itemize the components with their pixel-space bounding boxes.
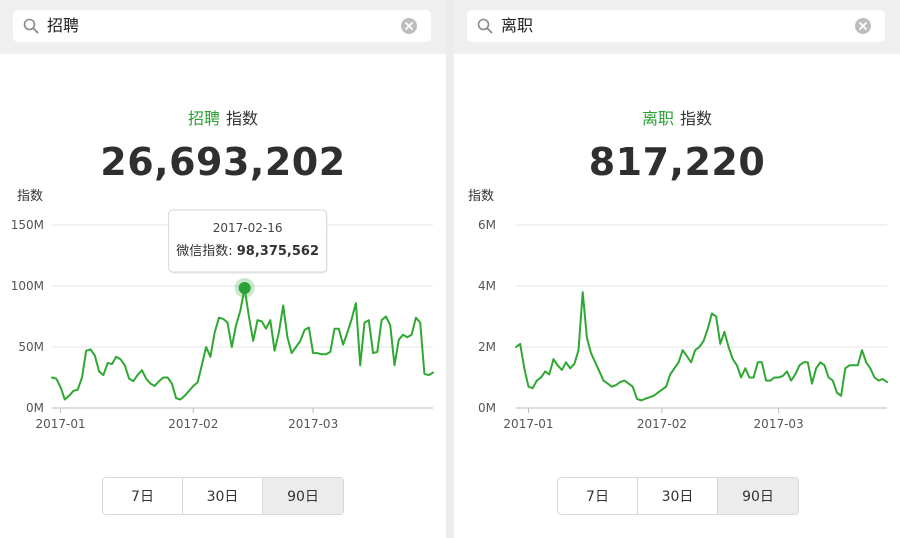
- search-icon: [477, 18, 493, 34]
- y-tick-label: 0M: [26, 401, 44, 415]
- x-tick-label: 2017-03: [754, 417, 804, 431]
- x-tick-label: 2017-01: [35, 417, 85, 431]
- line-chart-recruit[interactable]: 指数 0M 50M 100M 150M 2017-01 2017-02 2017-03 2017…: [0, 180, 446, 440]
- highlight-point[interactable]: [238, 281, 251, 294]
- y-tick-label: 100M: [11, 279, 44, 293]
- period-90d-button[interactable]: 90日: [263, 478, 343, 514]
- index-suffix: 指数: [226, 109, 259, 128]
- index-suffix: 指数: [680, 109, 713, 128]
- y-tick-label: 2M: [478, 340, 496, 354]
- tooltip-box: [168, 209, 328, 273]
- y-tick-label: 150M: [11, 218, 44, 232]
- search-query: 招聘: [47, 16, 80, 35]
- period-30d-button[interactable]: 30日: [183, 478, 263, 514]
- period-7d-button[interactable]: 7日: [103, 478, 183, 514]
- y-tick-label: 50M: [18, 340, 44, 354]
- panel-divider: [446, 0, 454, 538]
- tooltip-value-line: 微信指数: 98,375,562: [176, 244, 319, 259]
- y-axis-label: 指数: [468, 189, 494, 204]
- y-tick-label: 6M: [478, 218, 496, 232]
- search-input[interactable]: 离职: [467, 10, 885, 42]
- y-tick-label: 4M: [478, 279, 496, 293]
- index-title: 离职 指数: [454, 108, 900, 130]
- tooltip-label: 微信指数:: [176, 244, 237, 259]
- search-bar-area: 离职: [454, 0, 900, 54]
- series-line[interactable]: [51, 287, 434, 401]
- tooltip-date: 2017-02-16: [213, 221, 283, 235]
- index-total: 26,693,202: [100, 140, 346, 184]
- period-selector: 7日 30日 90日: [102, 477, 344, 515]
- period-selector: 7日 30日 90日: [557, 477, 799, 515]
- panel-resign: 离职 离职 指数 817,220 指数 0M 2M 4M 6M 2017-01 2017-02…: [454, 0, 900, 538]
- series-line[interactable]: [515, 291, 888, 402]
- index-total: 817,220: [588, 140, 766, 184]
- x-tick-label: 2017-03: [288, 417, 338, 431]
- index-title: 招聘 指数: [0, 108, 446, 130]
- search-query: 离职: [501, 16, 534, 35]
- y-axis-label: 指数: [17, 189, 43, 204]
- index-keyword: 离职: [641, 109, 674, 128]
- search-icon: [23, 18, 39, 34]
- period-30d-button[interactable]: 30日: [638, 478, 718, 514]
- period-90d-button[interactable]: 90日: [718, 478, 798, 514]
- search-bar-area: 招聘: [0, 0, 446, 54]
- tooltip-value: 98,375,562: [237, 244, 319, 259]
- period-7d-button[interactable]: 7日: [558, 478, 638, 514]
- x-tick-label: 2017-02: [168, 417, 218, 431]
- search-input[interactable]: 招聘: [13, 10, 431, 42]
- app-root: 招聘 招聘 指数 26,693,202 指数 0M 50M 100M 150M 2017-0…: [0, 0, 900, 538]
- x-tick-label: 2017-01: [503, 417, 553, 431]
- clear-icon[interactable]: [401, 18, 417, 34]
- panel-recruit: 招聘 招聘 指数 26,693,202 指数 0M 50M 100M 150M 2017-0…: [0, 0, 446, 538]
- y-tick-label: 0M: [478, 401, 496, 415]
- index-keyword: 招聘: [187, 109, 220, 128]
- line-chart-resign[interactable]: 指数 0M 2M 4M 6M 2017-01 2017-02 2017-03: [454, 180, 900, 440]
- clear-icon[interactable]: [855, 18, 871, 34]
- x-tick-label: 2017-02: [637, 417, 687, 431]
